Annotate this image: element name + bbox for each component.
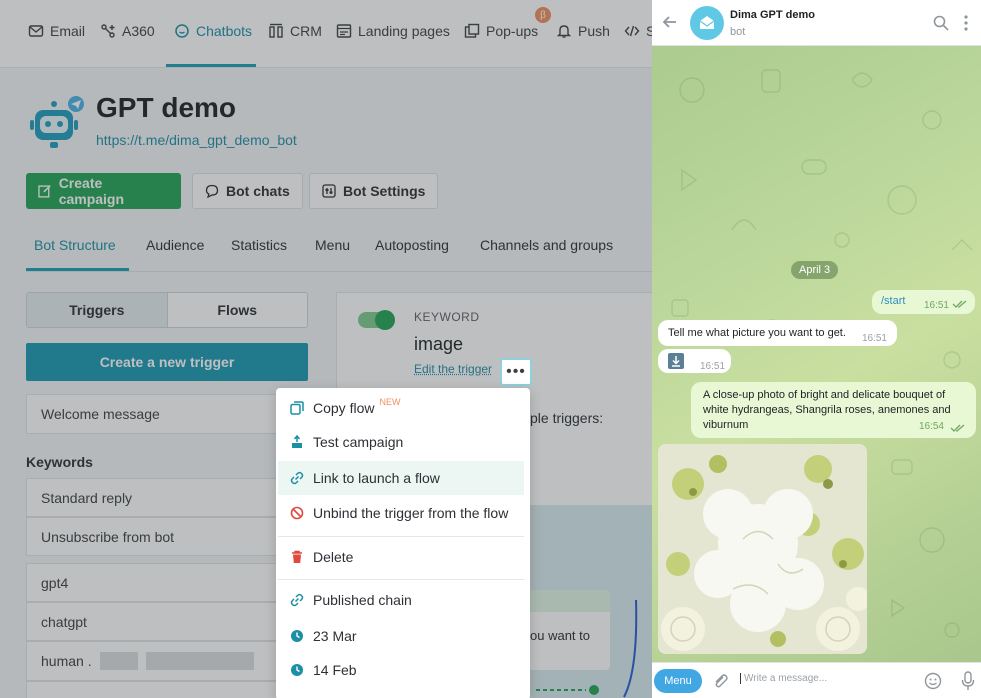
message-time: 16:51	[924, 298, 949, 313]
message-text: /start	[881, 295, 905, 307]
double-check-icon	[950, 423, 966, 433]
new-badge: NEW	[379, 397, 400, 407]
copy-icon	[290, 401, 304, 415]
envelope-icon	[698, 14, 716, 32]
menu-divider	[278, 536, 524, 537]
attach-icon[interactable]	[712, 673, 728, 689]
menu-item-version-14-feb[interactable]: 14 Feb	[278, 653, 524, 687]
chat-subtitle: bot	[730, 26, 745, 38]
telegram-chat-panel: Dima GPT demo bot April 3 /start 16:51 T…	[652, 0, 981, 698]
back-arrow-icon[interactable]	[660, 12, 680, 32]
bot-menu-button[interactable]: Menu	[654, 669, 702, 693]
menu-item-copy-flow[interactable]: Copy flow NEW	[278, 391, 524, 425]
message-input[interactable]: Write a message...	[740, 673, 827, 684]
menu-item-label: Delete	[313, 549, 353, 565]
menu-item-label: Published chain	[313, 592, 412, 608]
menu-item-label: 14 Feb	[313, 662, 357, 678]
message-text: Tell me what picture you want to get.	[668, 327, 846, 339]
more-vertical-icon[interactable]	[963, 14, 969, 32]
message-time: 16:54	[919, 419, 944, 434]
menu-item-label: 23 Mar	[313, 628, 357, 644]
menu-item-label: Unbind the trigger from the flow	[313, 505, 508, 521]
message-bubble[interactable]: A close-up photo of bright and delicate …	[691, 382, 976, 438]
menu-item-version-23-mar[interactable]: 23 Mar	[278, 619, 524, 653]
menu-divider	[278, 579, 524, 580]
emoji-icon[interactable]	[924, 672, 942, 690]
unbind-icon	[290, 506, 304, 520]
microphone-icon[interactable]	[961, 671, 975, 691]
flower-bouquet-image	[658, 444, 867, 654]
link-icon	[290, 471, 304, 485]
menu-item-link-to-launch-flow[interactable]: Link to launch a flow	[278, 461, 524, 495]
menu-item-label: Test campaign	[313, 434, 403, 450]
message-bubble[interactable]: /start 16:51	[872, 290, 975, 314]
menu-item-label: Copy flow	[313, 400, 374, 416]
trash-icon	[290, 550, 304, 564]
generated-flower-photo[interactable]	[658, 444, 867, 654]
message-time: 16:51	[862, 331, 887, 346]
menu-item-test-campaign[interactable]: Test campaign	[278, 425, 524, 459]
double-check-icon	[952, 299, 968, 309]
chat-name: Dima GPT demo	[730, 9, 815, 21]
chat-header: Dima GPT demo bot	[652, 0, 981, 46]
menu-item-label: Link to launch a flow	[313, 470, 440, 486]
menu-item-published-chain[interactable]: Published chain	[278, 583, 524, 617]
clock-icon	[290, 629, 304, 643]
clock-icon	[290, 663, 304, 677]
test-icon	[290, 435, 304, 449]
chat-avatar[interactable]	[690, 6, 724, 40]
message-time: 16:51	[700, 359, 725, 374]
download-icon[interactable]	[668, 353, 684, 369]
menu-item-delete[interactable]: Delete	[278, 540, 524, 574]
chat-input-bar: Menu Write a message...	[652, 662, 981, 698]
more-options-button[interactable]: •••	[500, 358, 532, 386]
search-icon[interactable]	[933, 15, 949, 31]
message-bubble[interactable]: 16:51	[658, 349, 731, 373]
date-divider: April 3	[791, 261, 838, 279]
chain-link-icon	[290, 593, 304, 607]
context-menu: Copy flow NEW Test campaign Link to laun…	[276, 388, 530, 698]
menu-item-unbind-trigger[interactable]: Unbind the trigger from the flow	[278, 496, 524, 530]
message-bubble[interactable]: Tell me what picture you want to get. 16…	[658, 320, 897, 346]
